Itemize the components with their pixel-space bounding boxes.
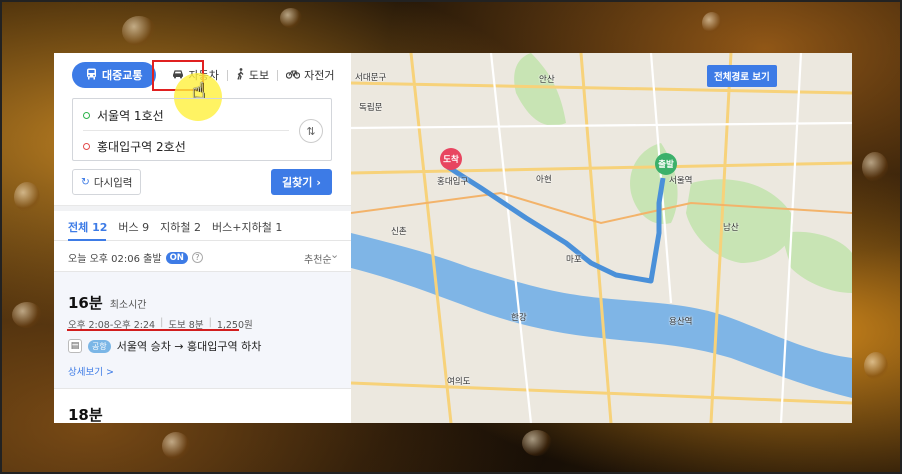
map-label: 용산역 xyxy=(669,317,693,327)
map-label: 아현 xyxy=(536,175,552,185)
destination-field[interactable]: 홍대입구역 2호선 xyxy=(83,136,186,156)
destination-map-label: 홍대입구 xyxy=(437,177,469,187)
full-route-button[interactable]: 전체경로 보기 xyxy=(707,65,777,87)
swap-icon: ⇅ xyxy=(306,124,316,138)
tab-bus-subway[interactable]: 버스+지하철 1 xyxy=(212,219,282,235)
divider xyxy=(54,205,351,211)
tab-walk[interactable]: 도보 xyxy=(228,62,277,88)
water-drop xyxy=(122,16,156,46)
water-drop xyxy=(14,182,40,212)
duration: 16분 xyxy=(68,294,103,312)
map-view[interactable]: 서대문구 독립문 신촌 아현 마포 여의도 남산 안산 용산역 한강 도착 홍대… xyxy=(351,53,852,423)
refresh-icon: ↻ xyxy=(81,176,90,188)
tab-bicycle[interactable]: 자전거 xyxy=(278,62,342,88)
water-drop xyxy=(864,352,888,380)
bicycle-icon xyxy=(285,69,301,82)
search-route-button[interactable]: 길찾기 › xyxy=(271,169,332,195)
line-badge: 공항 xyxy=(88,339,111,353)
route-leg: ▤ 공항 서울역 승차 → 홍대입구역 하차 xyxy=(68,338,261,354)
duration-row: 16분 최소시간 xyxy=(68,292,147,313)
water-drop xyxy=(280,8,302,28)
map-label: 서대문구 xyxy=(355,73,387,83)
divider xyxy=(83,130,289,131)
chevron-right-icon: › xyxy=(316,175,321,189)
reset-label: 다시입력 xyxy=(93,176,133,189)
active-tab-indicator xyxy=(68,239,106,241)
map-label: 독립문 xyxy=(359,103,383,113)
duration: 18분 xyxy=(68,406,103,423)
walk-icon xyxy=(236,67,245,83)
reset-button[interactable]: ↻ 다시입력 xyxy=(72,169,142,195)
tab-label: 대중교통 xyxy=(102,69,143,82)
origin-map-label: 서울역 xyxy=(669,176,693,186)
desktop-background: 대중교통 자동차 도보 자전거 xyxy=(0,0,902,474)
route-result-item[interactable]: 16분 최소시간 오후 2:08-오후 2:24 | 도보 8분 | 1,250… xyxy=(54,271,351,389)
detail-link[interactable]: 상세보기 > xyxy=(68,364,114,378)
departure-time[interactable]: 오늘 오후 02:06 출발 xyxy=(68,250,162,265)
origin-pin[interactable]: 출발 xyxy=(655,153,677,175)
map-label: 남산 xyxy=(723,223,739,233)
map-label: 마포 xyxy=(566,255,582,265)
tab-label: 자전거 xyxy=(304,69,335,82)
chevron-down-icon[interactable]: ⌄ xyxy=(330,248,339,261)
map-label: 여의도 xyxy=(447,377,471,387)
swap-button[interactable]: ⇅ xyxy=(299,119,323,143)
map-label: 신촌 xyxy=(391,227,407,237)
train-icon: ▤ xyxy=(68,339,82,353)
search-label: 길찾기 xyxy=(282,176,313,189)
departure-toggle[interactable]: ON xyxy=(165,251,188,264)
water-drop xyxy=(862,152,888,182)
origin-dot-icon xyxy=(83,111,90,119)
sort-select[interactable]: 추천순 xyxy=(304,251,332,266)
tab-subway[interactable]: 지하철 2 xyxy=(160,219,201,235)
route-result-item-2[interactable]: 18분 xyxy=(68,404,103,423)
water-drop xyxy=(702,12,722,34)
origin-text: 서울역 1호선 xyxy=(97,108,164,123)
destination-dot-icon xyxy=(83,142,90,150)
leg-text: 서울역 승차 → 홍대입구역 하차 xyxy=(116,340,262,353)
map-label: 한강 xyxy=(511,313,527,323)
destination-pin[interactable]: 도착 xyxy=(440,148,462,170)
pin-label: 도착 xyxy=(443,155,459,165)
map-label: 안산 xyxy=(539,75,555,85)
full-route-label: 전체경로 보기 xyxy=(714,72,770,83)
help-icon[interactable]: ? xyxy=(191,252,203,263)
tab-label: 도보 xyxy=(248,69,270,82)
pin-label: 출발 xyxy=(658,160,674,170)
underline-annotation xyxy=(67,329,239,331)
directions-panel: 대중교통 자동차 도보 자전거 xyxy=(54,53,351,423)
result-filter-tabs: 전체 12 버스 9 지하철 2 버스+지하철 1 xyxy=(68,219,282,235)
water-drop xyxy=(12,302,42,328)
water-drop xyxy=(522,430,552,456)
fastest-badge: 최소시간 xyxy=(109,300,147,311)
departure-row: 오늘 오후 02:06 출발 ON ? xyxy=(68,250,203,265)
route-input-box: 서울역 1호선 홍대입구역 2호선 ⇅ xyxy=(72,98,332,161)
origin-field[interactable]: 서울역 1호선 xyxy=(83,105,164,125)
bus-icon xyxy=(86,68,97,83)
tab-bus[interactable]: 버스 9 xyxy=(118,219,149,235)
tab-all[interactable]: 전체 12 xyxy=(68,219,107,235)
water-drop xyxy=(162,432,190,460)
map-canvas xyxy=(351,53,852,423)
tab-public-transit[interactable]: 대중교통 xyxy=(72,62,157,88)
destination-text: 홍대입구역 2호선 xyxy=(97,139,186,154)
